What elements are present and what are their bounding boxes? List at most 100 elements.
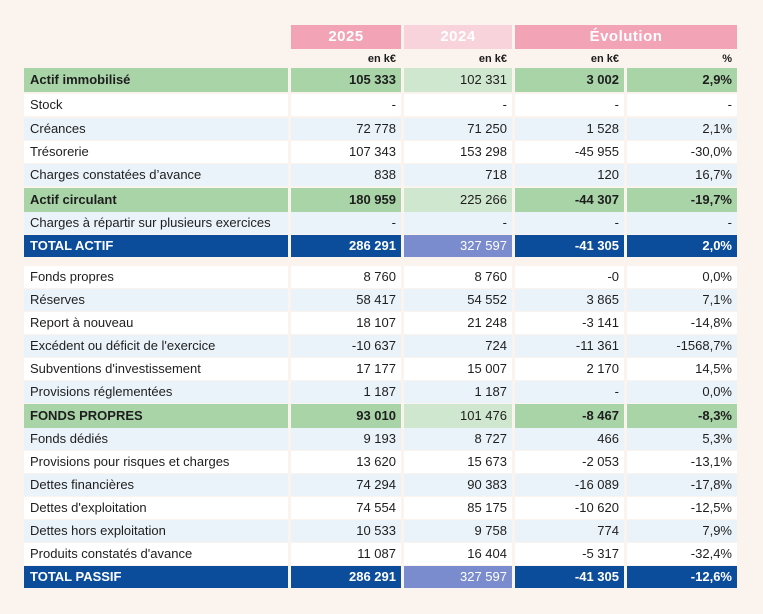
table-row: Dettes hors exploitation 10 533 9 758 774 7,… xyxy=(24,520,737,542)
evolution-value: -0 xyxy=(515,266,624,288)
unit-2025: en k€ xyxy=(367,53,396,65)
evolution-value: -8 467 xyxy=(515,404,624,428)
evolution-value: 120 xyxy=(515,164,624,186)
value-2024: 718 xyxy=(404,164,512,186)
table-row: Produits constatés d'avance 11 087 16 404-… xyxy=(24,543,737,565)
unit-2024: en k€ xyxy=(478,53,507,65)
row-label: Fonds propres xyxy=(24,266,288,288)
table-row: Réserves 58 417 54 552 3 865 7,1% xyxy=(24,289,737,311)
evolution-percent: 2,9% xyxy=(627,68,737,92)
value-2024: 71 250 xyxy=(404,118,512,140)
value-2024: 101 476 xyxy=(404,404,512,428)
value-2025: 105 333 xyxy=(291,68,401,92)
value-2025: 74 294 xyxy=(291,474,401,496)
value-2024: 15 007 xyxy=(404,358,512,380)
value-2025: 74 554 xyxy=(291,497,401,519)
evolution-percent: -13,1% xyxy=(627,451,737,473)
row-label: Stock xyxy=(24,94,288,116)
value-2025: 11 087 xyxy=(291,543,401,565)
value-2024: - xyxy=(404,94,512,116)
table-row: TOTAL PASSIF 286 291 327 597 -41 305 -12,6% xyxy=(24,566,737,588)
value-2024: 85 175 xyxy=(404,497,512,519)
row-label: Dettes financières xyxy=(24,474,288,496)
value-2024: 225 266 xyxy=(404,188,512,212)
table-row: Charges à répartir sur plusieurs exercic… xyxy=(24,212,737,234)
table-row: Actif immobilisé 105 333 102 331 3 002 2,9% xyxy=(24,68,737,92)
header-2025: 2025 xyxy=(291,25,401,49)
table-row: Stock - - - - xyxy=(24,94,737,116)
table-row: Fonds dédiés 9 193 8 727 466 5,3% xyxy=(24,428,737,450)
row-label: Actif circulant xyxy=(24,188,288,212)
table-row: Provisions réglementées 1 187 1 187-0,0% xyxy=(24,381,737,403)
table-row: Provisions pour risques et charges 13 620… xyxy=(24,451,737,473)
value-2025: 838 xyxy=(291,164,401,186)
evolution-percent: -17,8% xyxy=(627,474,737,496)
value-2025: 180 959 xyxy=(291,188,401,212)
value-2025: 17 177 xyxy=(291,358,401,380)
row-label: Provisions réglementées xyxy=(24,381,288,403)
row-label: Actif immobilisé xyxy=(24,68,288,92)
evolution-value: 2 170 xyxy=(515,358,624,380)
evolution-percent: -32,4% xyxy=(627,543,737,565)
evolution-value: 466 xyxy=(515,428,624,450)
evolution-value: -41 305 xyxy=(515,235,624,257)
value-2025: 93 010 xyxy=(291,404,401,428)
value-2025: 107 343 xyxy=(291,141,401,163)
row-label: Dettes d'exploitation xyxy=(24,497,288,519)
table-row: Créances 72 778 71 250 1 528 2,1% xyxy=(24,118,737,140)
evolution-value: -10 620 xyxy=(515,497,624,519)
evolution-value: -2 053 xyxy=(515,451,624,473)
evolution-percent: -12,6% xyxy=(627,566,737,588)
evolution-percent: 7,1% xyxy=(627,289,737,311)
evolution-percent: -8,3% xyxy=(627,404,737,428)
evolution-value: -41 305 xyxy=(515,566,624,588)
value-2024: 153 298 xyxy=(404,141,512,163)
table-row: Excédent ou déficit de l'exercice -10 637… xyxy=(24,335,737,357)
table-row: TOTAL ACTIF 286 291 327 597 -41 305 2,0% xyxy=(24,235,737,257)
header-2024: 2024 xyxy=(404,25,512,49)
evolution-percent: -1568,7% xyxy=(627,335,737,357)
value-2024: 16 404 xyxy=(404,543,512,565)
evolution-percent: - xyxy=(627,94,737,116)
evolution-value: -5 317 xyxy=(515,543,624,565)
table-row: Trésorerie 107 343 153 298 -45 955 -30,0% xyxy=(24,141,737,163)
value-2024: 8 727 xyxy=(404,428,512,450)
value-2025: - xyxy=(291,212,401,234)
value-2025: - xyxy=(291,94,401,116)
value-2024: 327 597 xyxy=(404,235,512,257)
value-2025: 9 193 xyxy=(291,428,401,450)
evolution-value: 1 528 xyxy=(515,118,624,140)
evolution-percent: 7,9% xyxy=(627,520,737,542)
row-label: TOTAL ACTIF xyxy=(24,235,288,257)
row-label: FONDS PROPRES xyxy=(24,404,288,428)
evolution-percent: -12,5% xyxy=(627,497,737,519)
evolution-percent: -19,7% xyxy=(627,188,737,212)
table-row: Actif circulant 180 959 225 266 -44 307 -19,… xyxy=(24,188,737,212)
value-2025: 286 291 xyxy=(291,235,401,257)
evolution-percent: -14,8% xyxy=(627,312,737,334)
value-2025: 18 107 xyxy=(291,312,401,334)
evolution-value: -44 307 xyxy=(515,188,624,212)
value-2025: 13 620 xyxy=(291,451,401,473)
header-evolution: Évolution xyxy=(515,25,737,49)
evolution-percent: 2,0% xyxy=(627,235,737,257)
table-row: Fonds propres 8 760 8 760 -0 0,0% xyxy=(24,266,737,288)
row-label: Créances xyxy=(24,118,288,140)
unit-evolution-pct: % xyxy=(722,53,732,65)
evolution-value: 3 865 xyxy=(515,289,624,311)
value-2025: -10 637 xyxy=(291,335,401,357)
row-label: Provisions pour risques et charges xyxy=(24,451,288,473)
table-row: Subventions d'investissement 17 177 15 007… xyxy=(24,358,737,380)
value-2024: 1 187 xyxy=(404,381,512,403)
value-2024: 8 760 xyxy=(404,266,512,288)
evolution-percent: -30,0% xyxy=(627,141,737,163)
value-2025: 286 291 xyxy=(291,566,401,588)
row-label: Fonds dédiés xyxy=(24,428,288,450)
evolution-value: - xyxy=(515,381,624,403)
value-2024: 15 673 xyxy=(404,451,512,473)
row-label: Charges à répartir sur plusieurs exercic… xyxy=(24,212,288,234)
value-2025: 58 417 xyxy=(291,289,401,311)
evolution-percent: 14,5% xyxy=(627,358,737,380)
value-2024: 54 552 xyxy=(404,289,512,311)
value-2024: 90 383 xyxy=(404,474,512,496)
